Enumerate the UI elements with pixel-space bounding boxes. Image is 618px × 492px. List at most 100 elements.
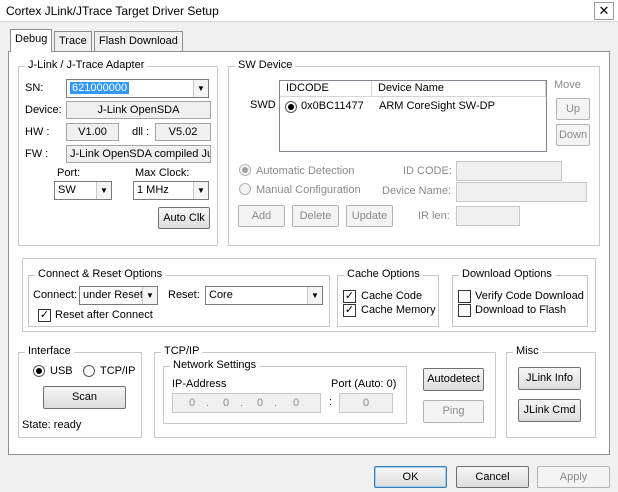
cache-code-label: Cache Code [361,290,423,302]
title-bar: Cortex JLink/JTrace Target Driver Setup … [0,0,618,22]
usb-label: USB [50,365,73,377]
idcode-label: ID CODE: [403,165,452,177]
reset-after-connect-checkbox[interactable]: ✓ [38,309,51,322]
idcode-input[interactable] [456,161,562,181]
fw-label: FW : [25,148,49,160]
network-settings-legend: Network Settings [170,359,260,371]
move-down-button[interactable]: Down [556,124,590,146]
hw-field: V1.00 [66,123,119,141]
tab-flash-download[interactable]: Flash Download [94,31,183,51]
device-row-radio[interactable] [285,101,297,113]
ip-dot-2: . [240,397,244,409]
window-title: Cortex JLink/JTrace Target Driver Setup [6,4,219,18]
sn-select[interactable]: 621000000 ▼ [66,79,209,98]
tcpip-radio-label: TCP/IP [100,365,136,377]
ip-octet-1: 0 [189,397,196,409]
ip-dot-3: . [274,397,278,409]
misc-group: Misc [506,345,596,438]
automatic-detection-label: Automatic Detection [256,165,355,177]
chevron-down-icon[interactable]: ▼ [193,80,208,97]
ip-octet-3: 0 [257,397,264,409]
manual-configuration-radio[interactable] [239,183,251,195]
tab-trace[interactable]: Trace [54,31,92,51]
connect-reset-legend: Connect & Reset Options [35,268,166,280]
usb-radio[interactable] [33,365,45,377]
swd-label: SWD [250,99,276,111]
autodetect-button[interactable]: Autodetect [423,368,484,391]
dll-field: V5.02 [155,123,211,141]
hw-label: HW : [25,126,50,138]
tab-debug[interactable]: Debug [10,29,53,52]
ping-button[interactable]: Ping [423,400,484,423]
max-clock-value: 1 MHz [137,184,169,196]
reset-value: Core [209,289,233,301]
interface-state: State: ready [22,419,82,431]
ip-address-input[interactable]: 0 . 0 . 0 . 0 [172,393,321,413]
chevron-down-icon[interactable]: ▼ [142,287,157,304]
cache-memory-checkbox[interactable]: ✓ [343,304,356,317]
manual-configuration-label: Manual Configuration [256,184,361,196]
port-input[interactable]: 0 [339,393,393,413]
cancel-button[interactable]: Cancel [456,466,529,488]
delete-button[interactable]: Delete [292,205,339,227]
verify-code-download-checkbox[interactable] [458,290,471,303]
reset-label: Reset: [168,289,200,301]
tcpip-radio[interactable] [83,365,95,377]
fw-field: J-Link OpenSDA compiled Jur [66,145,211,163]
device-name-label: Device Name: [382,185,452,197]
device-label: Device: [25,104,62,116]
ok-button[interactable]: OK [374,466,447,488]
reset-select[interactable]: Core ▼ [205,286,323,305]
jlink-adapter-legend: J-Link / J-Trace Adapter [25,59,148,71]
connect-select[interactable]: under Reset ▼ [79,286,158,305]
connect-label: Connect: [33,289,78,301]
verify-code-download-label: Verify Code Download [475,290,584,302]
add-button[interactable]: Add [238,205,285,227]
column-header-idcode[interactable]: IDCODE [280,81,372,97]
port-label: Port: [57,167,81,179]
misc-legend: Misc [513,345,542,357]
sn-value: 621000000 [70,82,130,94]
move-up-button[interactable]: Up [556,98,590,120]
update-button[interactable]: Update [346,205,393,227]
cache-options-legend: Cache Options [344,268,423,280]
download-to-flash-checkbox[interactable] [458,304,471,317]
port-select[interactable]: SW ▼ [54,181,112,200]
reset-after-connect-label: Reset after Connect [55,309,153,321]
device-row-name[interactable]: ARM CoreSight SW-DP [379,100,495,112]
auto-clk-button[interactable]: Auto Clk [158,207,210,229]
ip-octet-2: 0 [223,397,230,409]
cache-code-checkbox[interactable]: ✓ [343,290,356,303]
ip-address-label: IP-Address [172,378,227,390]
connect-value: under Reset [83,289,143,301]
sw-device-legend: SW Device [235,59,296,71]
port-separator: : [329,396,333,408]
jlink-info-button[interactable]: JLink Info [518,367,581,390]
column-header-device-name[interactable]: Device Name [372,81,546,97]
scan-button[interactable]: Scan [43,386,126,409]
ip-octet-4: 0 [293,397,300,409]
max-clock-select[interactable]: 1 MHz ▼ [133,181,209,200]
chevron-down-icon[interactable]: ▼ [96,182,111,199]
device-field: J-Link OpenSDA [66,101,211,119]
device-name-input[interactable] [456,182,587,202]
port-auto-label: Port (Auto: 0) [331,378,397,390]
move-label: Move [554,79,581,91]
ip-dot-1: . [206,397,210,409]
chevron-down-icon[interactable]: ▼ [307,287,322,304]
max-clock-label: Max Clock: [135,167,190,179]
sw-device-list[interactable]: IDCODE Device Name [279,80,547,152]
chevron-down-icon[interactable]: ▼ [193,182,208,199]
ir-len-input[interactable] [456,206,520,226]
tcpip-legend: TCP/IP [161,345,203,357]
download-to-flash-label: Download to Flash [475,304,567,316]
sn-label: SN: [25,82,44,94]
close-icon[interactable]: ✕ [594,2,614,20]
ir-len-label: IR len: [418,210,450,222]
apply-button[interactable]: Apply [537,466,610,488]
automatic-detection-radio[interactable] [239,164,251,176]
download-options-legend: Download Options [459,268,555,280]
device-row-idcode[interactable]: 0x0BC11477 [301,100,364,112]
jlink-cmd-button[interactable]: JLink Cmd [518,399,581,422]
dll-label: dll : [132,126,150,138]
